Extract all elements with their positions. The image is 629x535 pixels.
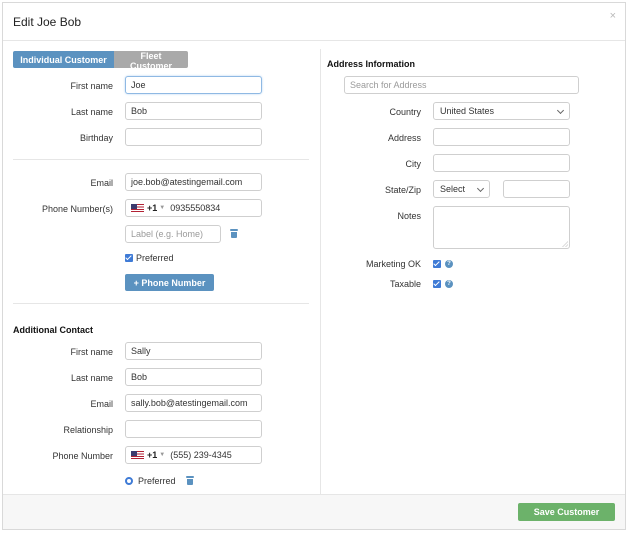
contact-first-name-input[interactable]: Sally — [125, 342, 262, 360]
close-icon[interactable]: × — [610, 10, 616, 22]
chevron-down-icon[interactable]: ▼ — [159, 452, 165, 458]
individual-customer-tab[interactable]: Individual Customer — [13, 51, 114, 68]
preferred-label: Preferred — [136, 253, 174, 263]
contact-phone-input[interactable]: +1 ▼ (555) 239-4345 — [125, 446, 262, 464]
address-search-placeholder: Search for Address — [350, 80, 427, 90]
contact-last-name-input[interactable]: Bob — [125, 368, 262, 386]
state-select[interactable]: Select — [433, 180, 490, 198]
country-select[interactable]: United States — [433, 102, 570, 120]
state-value: Select — [440, 184, 466, 194]
additional-contact-title: Additional Contact — [13, 325, 93, 335]
zip-input[interactable] — [503, 180, 570, 198]
birthday-label: Birthday — [79, 133, 113, 143]
customer-type-toggle: Individual Customer Fleet Customer — [13, 51, 188, 68]
help-icon[interactable]: ? — [445, 280, 453, 288]
country-value: United States — [440, 106, 495, 116]
country-code: +1 — [147, 203, 158, 213]
modal-header: Edit Joe Bob × — [3, 3, 625, 41]
chevron-down-icon — [476, 184, 485, 193]
us-flag-icon — [131, 204, 144, 212]
contact-phone-label: Phone Number — [52, 451, 113, 461]
resize-handle-icon[interactable] — [562, 241, 568, 247]
address-label: Address — [387, 133, 421, 143]
taxable-checkbox[interactable] — [433, 280, 441, 288]
fleet-customer-tab[interactable]: Fleet Customer — [114, 51, 188, 68]
modal-body: Individual Customer Fleet Customer First… — [3, 41, 625, 496]
phone-number-value: 0935550834 — [170, 203, 221, 213]
contact-first-name-label: First name — [70, 347, 113, 357]
modal-title: Edit Joe Bob — [13, 15, 82, 29]
help-icon[interactable]: ? — [445, 260, 453, 268]
trash-icon[interactable] — [186, 476, 194, 485]
first-name-label: First name — [70, 81, 113, 91]
state-zip-label: State/Zip — [384, 185, 421, 195]
last-name-input[interactable]: Bob — [125, 102, 262, 120]
email-label: Email — [90, 178, 113, 188]
section-divider — [13, 159, 309, 160]
notes-textarea[interactable] — [433, 206, 570, 249]
birthday-input[interactable] — [125, 128, 262, 146]
chevron-down-icon[interactable]: ▼ — [159, 205, 165, 211]
city-input[interactable] — [433, 154, 570, 172]
address-input[interactable] — [433, 128, 570, 146]
address-search-input[interactable]: Search for Address — [344, 76, 579, 94]
contact-preferred-label: Preferred — [138, 476, 176, 486]
country-label: Country — [389, 107, 421, 117]
notes-label: Notes — [397, 211, 421, 221]
trash-icon[interactable] — [230, 229, 238, 238]
chevron-down-icon — [556, 106, 565, 115]
save-customer-button[interactable]: Save Customer — [518, 503, 615, 521]
contact-email-label: Email — [90, 399, 113, 409]
add-phone-number-button[interactable]: + Phone Number — [125, 274, 214, 291]
us-flag-icon — [131, 451, 144, 459]
phone-label-placeholder: Label (e.g. Home) — [131, 229, 204, 239]
phone-numbers-label: Phone Number(s) — [41, 204, 113, 214]
relationship-label: Relationship — [63, 425, 113, 435]
column-divider — [320, 49, 321, 496]
phone-label-input[interactable]: Label (e.g. Home) — [125, 225, 221, 243]
country-code: +1 — [147, 450, 158, 460]
phone-input[interactable]: +1 ▼ 0935550834 — [125, 199, 262, 217]
email-input[interactable]: joe.bob@atestingemail.com — [125, 173, 262, 191]
section-divider — [13, 303, 309, 304]
contact-email-input[interactable]: sally.bob@atestingemail.com — [125, 394, 262, 412]
modal-footer: Save Customer — [3, 494, 625, 529]
address-information-title: Address Information — [327, 59, 416, 69]
last-name-label: Last name — [70, 107, 113, 117]
preferred-checkbox[interactable] — [125, 254, 133, 262]
edit-customer-modal: Edit Joe Bob × Individual Customer Fleet… — [2, 2, 626, 530]
phone-number-value: (555) 239-4345 — [170, 450, 232, 460]
marketing-ok-checkbox[interactable] — [433, 260, 441, 268]
marketing-ok-label: Marketing OK — [365, 259, 421, 269]
contact-last-name-label: Last name — [70, 373, 113, 383]
preferred-radio[interactable] — [125, 477, 133, 485]
first-name-input[interactable]: Joe — [125, 76, 262, 94]
city-label: City — [405, 159, 422, 169]
relationship-input[interactable] — [125, 420, 262, 438]
taxable-label: Taxable — [389, 279, 421, 289]
